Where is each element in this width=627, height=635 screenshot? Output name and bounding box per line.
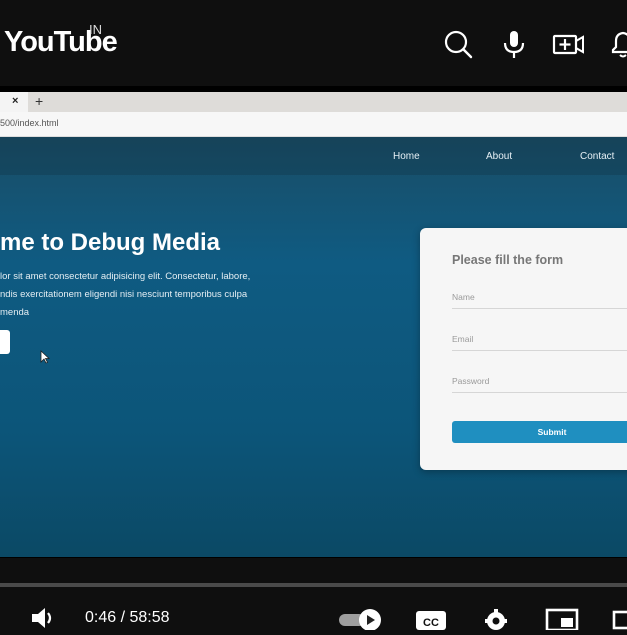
time-display: 0:46 / 58:58: [85, 609, 170, 626]
nav-home[interactable]: Home: [393, 151, 420, 162]
nav-contact[interactable]: Contact: [580, 151, 614, 162]
name-placeholder: Name: [452, 292, 475, 302]
volume-icon[interactable]: [30, 606, 58, 630]
notifications-icon[interactable]: [607, 28, 627, 60]
browser-tab[interactable]: ×: [0, 92, 28, 112]
email-field[interactable]: Email: [452, 332, 627, 351]
hero-line: lor sit amet consectetur adipisicing eli…: [0, 271, 251, 282]
submit-button[interactable]: Submit: [452, 421, 627, 443]
settings-icon[interactable]: [482, 606, 510, 630]
hero-title: me to Debug Media: [0, 229, 221, 256]
browser-tab-strip: × +: [0, 92, 627, 112]
video-progress-bar[interactable]: [0, 583, 627, 587]
mouse-cursor-icon: [40, 350, 51, 364]
tab-close-icon[interactable]: ×: [12, 95, 18, 107]
name-field[interactable]: Name: [452, 290, 627, 309]
hero-button[interactable]: [0, 330, 10, 354]
youtube-header: YouTube IN: [0, 0, 627, 86]
site-nav: Home About Contact: [0, 137, 627, 175]
address-bar[interactable]: 500/index.html: [0, 112, 627, 137]
microphone-icon[interactable]: [498, 28, 530, 60]
password-field[interactable]: Password: [452, 374, 627, 393]
svg-text:CC: CC: [423, 617, 439, 629]
player-controls: 0:46 / 58:58 CC: [0, 590, 627, 632]
captions-icon[interactable]: CC: [415, 606, 447, 630]
hero-line: ndis exercitationem eligendi nisi nesciu…: [0, 289, 248, 300]
hero-line: menda: [0, 307, 30, 318]
nav-about[interactable]: About: [486, 151, 512, 162]
autoplay-toggle-icon[interactable]: [337, 606, 383, 631]
create-icon[interactable]: [552, 28, 584, 60]
region-code: IN: [89, 22, 102, 37]
url-text: 500/index.html: [0, 118, 59, 128]
form-title: Please fill the form: [452, 253, 564, 267]
password-placeholder: Password: [452, 376, 490, 386]
search-icon[interactable]: [442, 28, 474, 60]
miniplayer-icon[interactable]: [545, 606, 579, 632]
new-tab-icon[interactable]: +: [35, 93, 43, 109]
theater-icon[interactable]: [612, 606, 627, 630]
webpage-content: Home About Contact me to Debug Media lor…: [0, 137, 627, 557]
email-placeholder: Email: [452, 334, 474, 344]
hero-text: lor sit amet consectetur adipisicing eli…: [0, 268, 285, 322]
video-player[interactable]: × + 500/index.html Home About Contact me…: [0, 86, 627, 558]
signup-form: Please fill the form Name Email Password…: [420, 228, 627, 470]
